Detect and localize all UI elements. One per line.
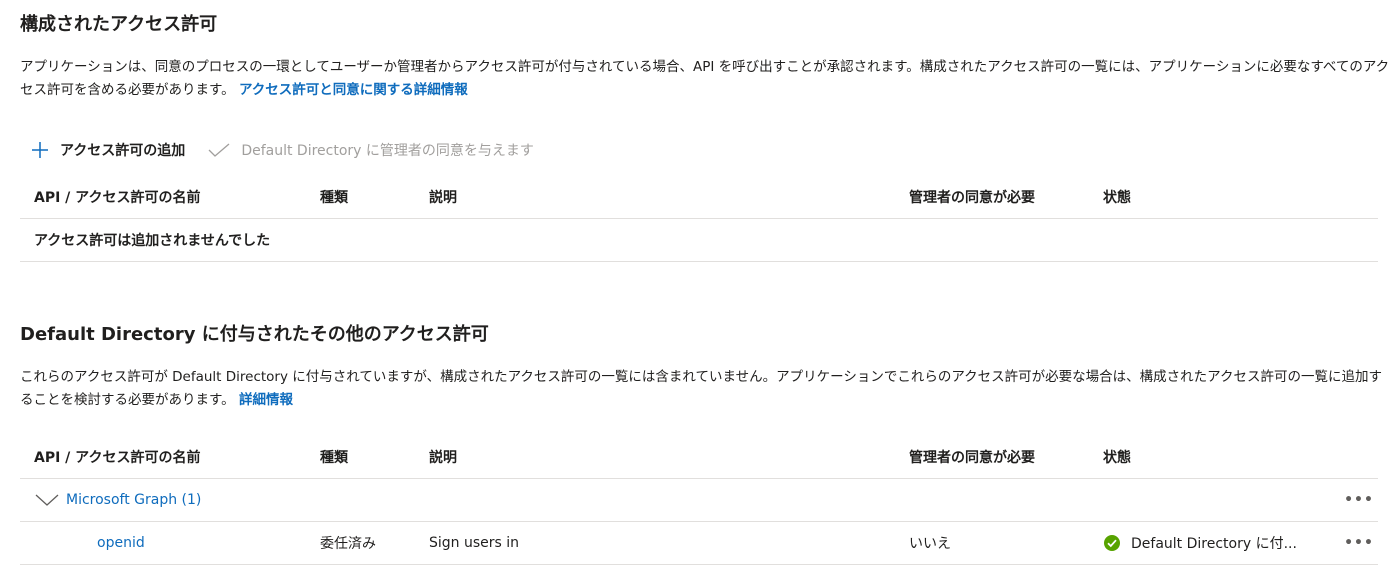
other-description-text: これらのアクセス許可が Default Directory に付与されていますが…: [20, 369, 1382, 408]
permission-more-actions-button[interactable]: •••: [1344, 522, 1374, 564]
grant-admin-consent-button[interactable]: Default Directory に管理者の同意を与えます: [207, 140, 534, 160]
other-permissions-learn-more-link[interactable]: 詳細情報: [239, 392, 293, 408]
add-permission-button[interactable]: アクセス許可の追加: [30, 140, 185, 160]
permission-description: Sign users in: [429, 535, 520, 551]
permissions-toolbar: アクセス許可の追加 Default Directory に管理者の同意を与えます: [30, 136, 556, 164]
column-header-api-name[interactable]: API / アクセス許可の名前: [34, 436, 304, 478]
permission-name-link[interactable]: openid: [97, 535, 145, 551]
permission-type: 委任済み: [320, 536, 376, 552]
no-permissions-message: アクセス許可は追加されませんでした: [34, 233, 271, 249]
configured-permissions-title: 構成されたアクセス許可: [20, 14, 218, 35]
column-header-status[interactable]: 状態: [1103, 176, 1303, 218]
column-header-admin-consent[interactable]: 管理者の同意が必要: [909, 176, 1089, 218]
success-check-circle-icon: [1104, 535, 1120, 551]
group-more-actions-button[interactable]: •••: [1344, 479, 1374, 521]
column-header-api-name[interactable]: API / アクセス許可の名前: [34, 176, 304, 218]
permission-row: openid 委任済み Sign users in いいえ Default Di…: [20, 522, 1378, 565]
other-permissions-description: これらのアクセス許可が Default Directory に付与されていますが…: [20, 366, 1390, 412]
permission-admin-consent: いいえ: [909, 536, 951, 552]
other-permissions-table: API / アクセス許可の名前 種類 説明 管理者の同意が必要 状態 Micro…: [20, 436, 1378, 565]
column-header-status[interactable]: 状態: [1103, 436, 1303, 478]
permission-status: Default Directory に付...: [1103, 522, 1303, 564]
add-permission-label: アクセス許可の追加: [60, 143, 186, 159]
column-header-admin-consent[interactable]: 管理者の同意が必要: [909, 436, 1089, 478]
api-group-row: Microsoft Graph (1) •••: [20, 479, 1378, 522]
grant-admin-consent-label: Default Directory に管理者の同意を与えます: [241, 143, 534, 159]
column-header-type[interactable]: 種類: [320, 436, 420, 478]
table-header-row: API / アクセス許可の名前 種類 説明 管理者の同意が必要 状態: [20, 176, 1378, 219]
configured-permissions-description: アプリケーションは、同意のプロセスの一環としてユーザーか管理者からアクセス許可が…: [20, 56, 1390, 102]
column-header-type[interactable]: 種類: [320, 176, 420, 218]
configured-description-text: アプリケーションは、同意のプロセスの一環としてユーザーか管理者からアクセス許可が…: [20, 59, 1390, 98]
permission-name-cell: openid: [97, 522, 297, 564]
table-header-row: API / アクセス許可の名前 種類 説明 管理者の同意が必要 状態: [20, 436, 1378, 479]
permissions-consent-learn-more-link[interactable]: アクセス許可と同意に関する詳細情報: [239, 82, 468, 98]
configured-permissions-table: API / アクセス許可の名前 種類 説明 管理者の同意が必要 状態 アクセス許…: [20, 176, 1378, 262]
chevron-down-icon: [35, 494, 59, 506]
permission-status-text: Default Directory に付...: [1131, 536, 1297, 552]
plus-icon: [32, 142, 48, 158]
microsoft-graph-group-toggle[interactable]: Microsoft Graph (1): [34, 479, 304, 521]
table-empty-row: アクセス許可は追加されませんでした: [20, 219, 1378, 262]
column-header-description[interactable]: 説明: [429, 436, 899, 478]
other-permissions-title: Default Directory に付与されたその他のアクセス許可: [20, 324, 489, 345]
column-header-description[interactable]: 説明: [429, 176, 899, 218]
checkmark-icon: [208, 143, 230, 157]
microsoft-graph-group-label[interactable]: Microsoft Graph (1): [66, 492, 201, 508]
